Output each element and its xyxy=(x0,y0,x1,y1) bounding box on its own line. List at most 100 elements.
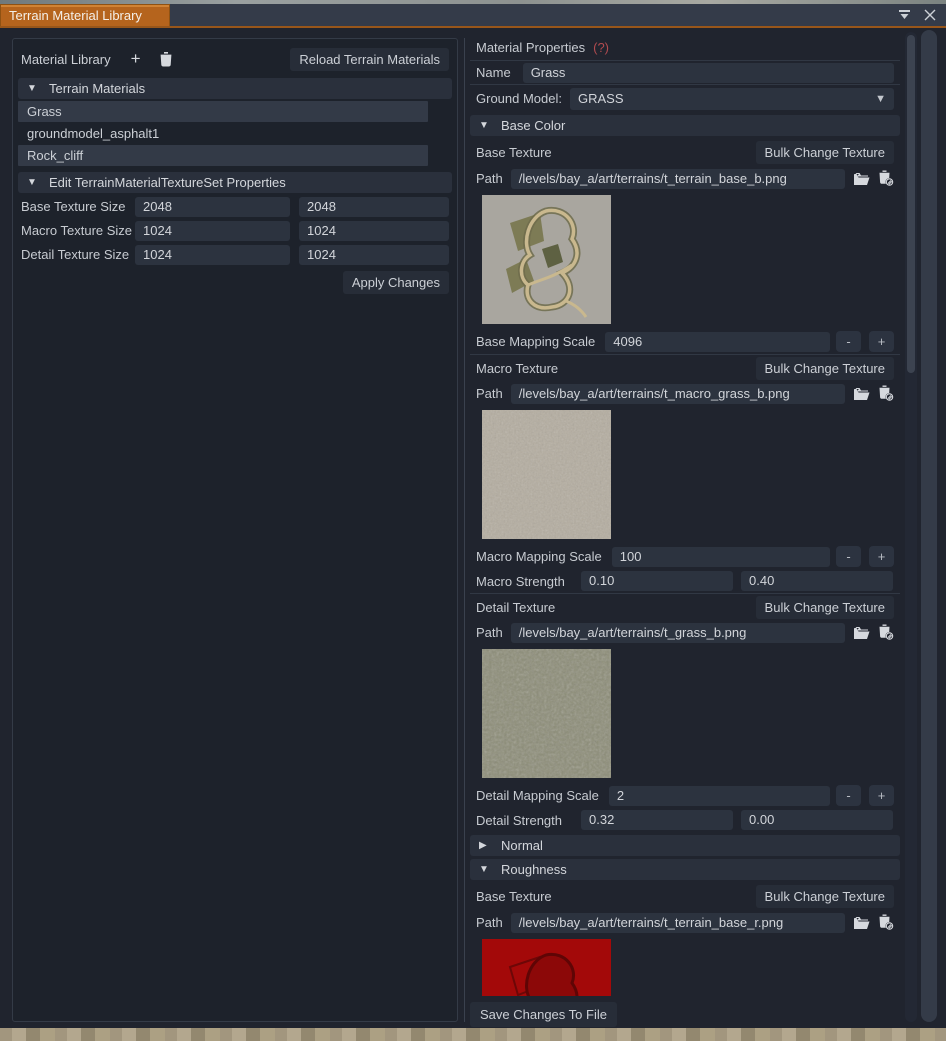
base-mapping-scale-label: Base Mapping Scale xyxy=(476,334,596,349)
base-mapping-scale-input[interactable]: 4096 xyxy=(605,331,830,352)
detail-mapping-scale-row: Detail Mapping Scale 2 - + xyxy=(470,783,900,808)
base-texture-size-height-input[interactable]: 2048 xyxy=(299,196,449,217)
macro-texture-size-row: Macro Texture Size 1024 1024 xyxy=(18,220,452,241)
roughness-section-label: Roughness xyxy=(501,862,567,877)
ground-model-label: Ground Model: xyxy=(476,91,562,106)
detail-texture-path-row: Path /levels/bay_a/art/terrains/t_grass_… xyxy=(470,620,900,645)
detail-texture-size-width-input[interactable]: 1024 xyxy=(135,244,290,265)
base-texture-path-input[interactable]: /levels/bay_a/art/terrains/t_terrain_bas… xyxy=(510,168,845,189)
titlebar-icons xyxy=(897,4,946,26)
decrement-button[interactable]: - xyxy=(836,546,861,567)
base-color-section-header[interactable]: ▼ Base Color xyxy=(470,115,900,136)
base-texture-size-width-input[interactable]: 2048 xyxy=(135,196,290,217)
detail-texture-label: Detail Texture xyxy=(476,599,556,615)
roughness-base-texture-row: Base Texture Bulk Change Texture xyxy=(470,883,900,910)
roughness-base-texture-preview xyxy=(482,939,611,996)
clear-texture-icon[interactable] xyxy=(878,913,894,933)
apply-changes-row: Apply Changes xyxy=(18,271,452,294)
normal-section-label: Normal xyxy=(501,838,543,853)
detail-strength-input-1[interactable]: 0.32 xyxy=(581,810,733,830)
browse-folder-icon[interactable] xyxy=(853,913,870,933)
detail-mapping-scale-input[interactable]: 2 xyxy=(608,785,830,806)
macro-texture-size-label: Macro Texture Size xyxy=(21,223,133,238)
clear-texture-icon[interactable] xyxy=(878,169,894,189)
bulk-change-texture-button[interactable]: Bulk Change Texture xyxy=(755,595,894,619)
detail-strength-row: Detail Strength 0.32 0.00 xyxy=(470,808,900,832)
material-properties-panel: Material Properties (?) Name Grass Groun… xyxy=(470,34,900,1028)
bulk-change-texture-button[interactable]: Bulk Change Texture xyxy=(755,885,894,908)
material-properties-title: Material Properties xyxy=(476,39,586,55)
base-texture-label: Base Texture xyxy=(476,145,552,160)
material-library-title: Material Library xyxy=(21,51,111,67)
ground-model-value: GRASS xyxy=(578,91,624,106)
macro-texture-preview xyxy=(482,410,611,539)
trash-icon xyxy=(160,51,171,66)
list-item-rock-cliff[interactable]: Rock_cliff xyxy=(18,145,428,166)
terrain-material-library-window: Terrain Material Library Material Librar… xyxy=(0,0,946,1041)
name-row: Name Grass xyxy=(470,60,900,84)
bulk-change-texture-button[interactable]: Bulk Change Texture xyxy=(755,356,894,380)
roughness-base-texture-path-input[interactable]: /levels/bay_a/art/terrains/t_terrain_bas… xyxy=(510,912,845,933)
list-item-grass[interactable]: Grass xyxy=(18,101,428,122)
help-badge[interactable]: (?) xyxy=(593,40,609,55)
window-body: Material Library + Reload Terrain Materi… xyxy=(0,28,946,1028)
increment-button[interactable]: + xyxy=(869,785,894,806)
macro-texture-size-width-input[interactable]: 1024 xyxy=(135,220,290,241)
decrement-button[interactable]: - xyxy=(836,331,861,352)
macro-texture-row: Macro Texture Bulk Change Texture xyxy=(470,354,900,381)
macro-strength-input-2[interactable]: 0.40 xyxy=(741,571,893,591)
decrement-button[interactable]: - xyxy=(836,785,861,806)
detail-texture-size-height-input[interactable]: 1024 xyxy=(299,244,449,265)
detail-strength-input-2[interactable]: 0.00 xyxy=(741,810,893,830)
detail-strength-label: Detail Strength xyxy=(476,812,562,828)
normal-section-header[interactable]: ▶ Normal xyxy=(470,835,900,856)
roughness-base-texture-label: Base Texture xyxy=(476,889,552,904)
ground-model-select[interactable]: GRASS ▼ xyxy=(570,87,894,110)
roughness-section-header[interactable]: ▼ Roughness xyxy=(470,859,900,880)
game-background-bottom xyxy=(0,1028,946,1041)
browse-folder-icon[interactable] xyxy=(853,384,870,404)
name-label: Name xyxy=(476,65,511,80)
increment-button[interactable]: + xyxy=(869,331,894,352)
scrollbar-thumb[interactable] xyxy=(907,35,915,373)
macro-texture-size-height-input[interactable]: 1024 xyxy=(299,220,449,241)
add-material-button[interactable]: + xyxy=(125,48,147,70)
reload-terrain-materials-button[interactable]: Reload Terrain Materials xyxy=(290,47,449,71)
bulk-change-texture-button[interactable]: Bulk Change Texture xyxy=(755,141,894,164)
clear-texture-icon[interactable] xyxy=(878,384,894,404)
right-panel-scrollbar[interactable] xyxy=(905,32,917,1022)
close-icon[interactable] xyxy=(923,8,937,22)
material-properties-header: Material Properties (?) xyxy=(470,34,900,60)
chevron-down-icon: ▼ xyxy=(479,120,489,131)
base-texture-preview xyxy=(482,195,611,324)
macro-strength-input-1[interactable]: 0.10 xyxy=(581,571,733,591)
panel-divider[interactable] xyxy=(464,38,465,1022)
chevron-right-icon: ▶ xyxy=(479,840,487,851)
window-menu-icon[interactable] xyxy=(897,8,911,22)
increment-button[interactable]: + xyxy=(869,546,894,567)
browse-folder-icon[interactable] xyxy=(853,623,870,643)
macro-texture-label: Macro Texture xyxy=(476,360,559,376)
window-title: Terrain Material Library xyxy=(9,8,142,23)
apply-changes-button[interactable]: Apply Changes xyxy=(342,271,449,294)
macro-mapping-scale-label: Macro Mapping Scale xyxy=(476,549,602,564)
save-changes-to-file-button[interactable]: Save Changes To File xyxy=(470,1002,617,1027)
terrain-materials-section-label: Terrain Materials xyxy=(49,81,146,96)
terrain-materials-section-header[interactable]: ▼ Terrain Materials xyxy=(18,78,452,99)
ground-model-row: Ground Model: GRASS ▼ xyxy=(470,84,900,112)
delete-material-button[interactable] xyxy=(155,48,177,70)
macro-texture-path-input[interactable]: /levels/bay_a/art/terrains/t_macro_grass… xyxy=(510,383,845,404)
detail-texture-size-label: Detail Texture Size xyxy=(21,247,130,262)
material-properties-scroll-area: Material Properties (?) Name Grass Groun… xyxy=(470,34,900,996)
roughness-base-texture-path-row: Path /levels/bay_a/art/terrains/t_terrai… xyxy=(470,910,900,935)
window-tab[interactable]: Terrain Material Library xyxy=(0,4,170,26)
list-item-groundmodel-asphalt1[interactable]: groundmodel_asphalt1 xyxy=(18,123,428,144)
detail-texture-path-input[interactable]: /levels/bay_a/art/terrains/t_grass_b.png xyxy=(510,622,845,643)
window-scrollbar[interactable] xyxy=(921,30,937,1022)
browse-folder-icon[interactable] xyxy=(853,169,870,189)
macro-mapping-scale-input[interactable]: 100 xyxy=(611,546,830,567)
clear-texture-icon[interactable] xyxy=(878,623,894,643)
name-input[interactable]: Grass xyxy=(522,62,894,83)
textureset-properties-section-header[interactable]: ▼ Edit TerrainMaterialTextureSet Propert… xyxy=(18,172,452,193)
base-texture-path-row: Path /levels/bay_a/art/terrains/t_terrai… xyxy=(470,166,900,191)
